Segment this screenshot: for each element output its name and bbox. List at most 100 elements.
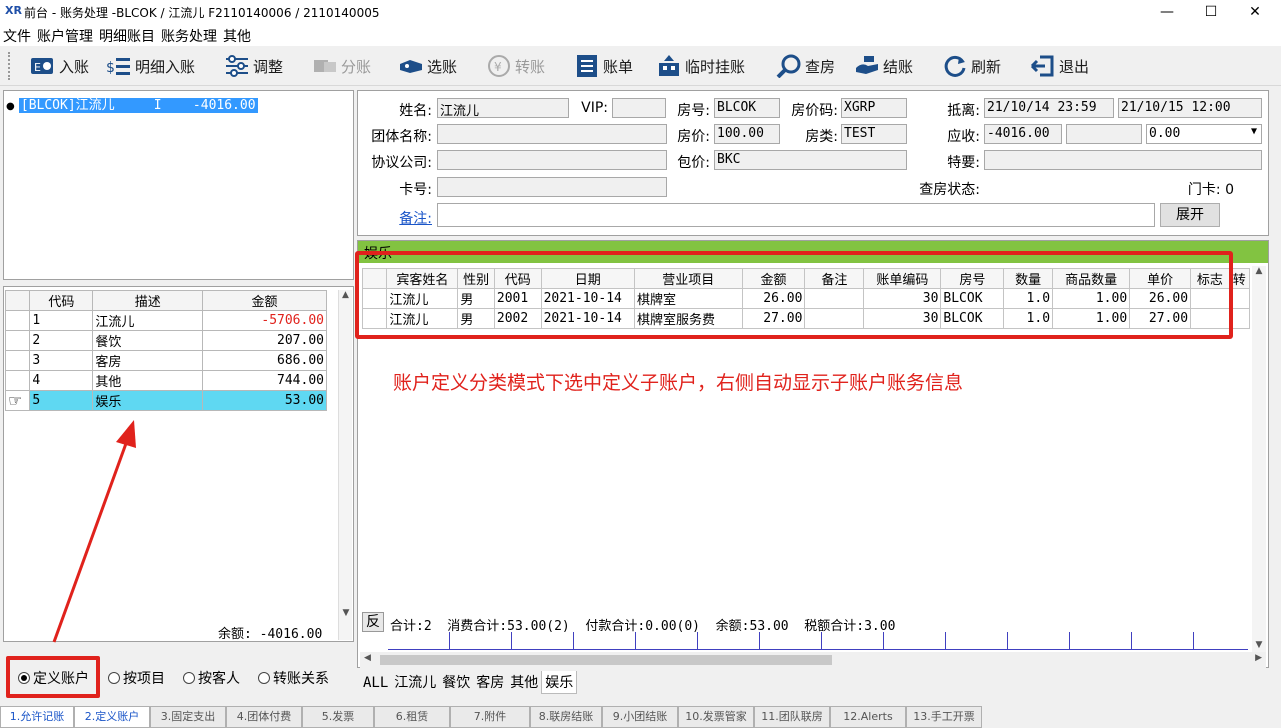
split-button[interactable]: 分账 [312, 52, 371, 80]
scroll-up-icon[interactable]: ▲ [1252, 266, 1266, 276]
close-button[interactable]: ✕ [1240, 2, 1270, 22]
package-field[interactable]: BKC [714, 150, 907, 170]
door-card-label: 门卡: 0 [1187, 182, 1234, 198]
bill-button[interactable]: 账单 [574, 52, 633, 80]
table-row-selected[interactable]: ☞ 5 娱乐 53.00 [4, 390, 327, 411]
tab-guest[interactable]: 江流儿 [391, 671, 439, 693]
menu-file[interactable]: 文件 [0, 24, 34, 48]
maximize-button[interactable]: ☐ [1196, 2, 1226, 22]
refresh-button[interactable]: 刷新 [942, 52, 1001, 80]
select-button[interactable]: 选账 [398, 52, 457, 80]
bottom-tab-12[interactable]: 12.Alerts [830, 706, 906, 728]
price-label: 房价: [677, 129, 710, 145]
bottom-tab-13[interactable]: 13.手工开票 [906, 706, 982, 728]
table-row[interactable]: 2 餐饮 207.00 [4, 330, 327, 351]
mode-by-guest[interactable]: 按客人 [183, 668, 240, 688]
exit-icon [1030, 55, 1054, 77]
scroll-down-icon[interactable]: ▼ [339, 608, 353, 618]
tab-dining[interactable]: 餐饮 [439, 671, 473, 693]
remark-field[interactable] [437, 203, 1155, 227]
post-icon: E [31, 58, 53, 74]
exit-button[interactable]: 退出 [1030, 52, 1089, 80]
tab-room[interactable]: 客房 [473, 671, 507, 693]
table-row[interactable]: 1 江流儿 -5706.00 [4, 310, 327, 331]
sub-account-table: 代码 描述 金额 1 江流儿 -5706.00 2 餐饮 207.00 3 客房… [4, 290, 327, 411]
toolbar-grip [8, 52, 11, 80]
sub-account-scrollbar[interactable]: ▲ ▼ [338, 290, 352, 640]
bottom-tab-10[interactable]: 10.发票管家 [678, 706, 754, 728]
detail-vscrollbar[interactable]: ▲ ▼ [1252, 266, 1266, 652]
table-row[interactable]: 3 客房 686.00 [4, 350, 327, 371]
account-tree [3, 90, 354, 280]
package-label: 包价: [677, 155, 710, 171]
bottom-tab-8[interactable]: 8.联房结账 [530, 706, 602, 728]
tab-other[interactable]: 其他 [507, 671, 541, 693]
hand-pointer-icon: ☞ [4, 390, 31, 411]
bottom-tab-3[interactable]: 3.固定支出 [150, 706, 226, 728]
tree-node[interactable]: ● [BLCOK]江流儿 I -4016.00 [6, 94, 258, 113]
vip-field[interactable] [612, 98, 666, 118]
remark-link[interactable]: 备注: [360, 208, 432, 228]
tab-entertainment[interactable]: 娱乐 [541, 671, 578, 694]
svg-text:E: E [34, 61, 41, 74]
tree-node-label: [BLCOK]江流儿 I -4016.00 [18, 98, 258, 113]
bottom-tab-5[interactable]: 5.发票 [302, 706, 374, 728]
special-field[interactable] [984, 150, 1262, 170]
arrival-field[interactable]: 21/10/14 23:59 [984, 98, 1114, 118]
scroll-down-icon[interactable]: ▼ [1252, 640, 1266, 650]
room-type-field[interactable]: TEST [841, 124, 907, 144]
receivable-select[interactable]: 0.00 ▼ [1146, 124, 1262, 144]
room-field[interactable]: BLCOK [714, 98, 780, 118]
name-field[interactable]: 江流儿 [437, 98, 569, 118]
check-room-button[interactable]: 查房 [776, 52, 835, 80]
receivable-field[interactable]: -4016.00 [984, 124, 1062, 144]
radio-icon [183, 672, 195, 684]
group-field[interactable] [437, 124, 667, 144]
bottom-tab-6[interactable]: 6.租赁 [374, 706, 450, 728]
bottom-tab-7[interactable]: 7.附件 [450, 706, 530, 728]
scroll-left-icon[interactable]: ◀ [364, 653, 371, 663]
window-title: 前台 - 账务处理 -BLCOK / 江流儿 F2110140006 / 211… [24, 6, 380, 20]
name-label: 姓名: [399, 103, 432, 119]
mode-transfer-relation[interactable]: 转账关系 [258, 668, 329, 688]
bottom-tab-1[interactable]: 1.允许记账 [0, 706, 74, 728]
title-bar: XR 前台 - 账务处理 -BLCOK / 江流儿 F2110140006 / … [0, 0, 1281, 24]
menu-detail[interactable]: 明细账目 [96, 24, 158, 48]
detail-post-button[interactable]: $ 明细入账 [106, 52, 195, 80]
tab-all[interactable]: ALL [360, 674, 391, 692]
hscroll-thumb[interactable] [380, 655, 832, 665]
adjust-button[interactable]: 调整 [224, 52, 283, 80]
receivable-field-2[interactable] [1066, 124, 1142, 144]
rate-code-field[interactable]: XGRP [841, 98, 907, 118]
inspect-status-label: 查房状态: [919, 182, 980, 198]
bottom-tab-9[interactable]: 9.小团结账 [602, 706, 678, 728]
menu-other[interactable]: 其他 [220, 24, 254, 48]
company-field[interactable] [437, 150, 667, 170]
minimize-button[interactable]: — [1152, 2, 1182, 22]
annotation-arrow [52, 420, 136, 643]
post-button[interactable]: E 入账 [30, 52, 89, 80]
scroll-up-icon[interactable]: ▲ [339, 290, 352, 300]
radio-icon [108, 672, 120, 684]
table-row[interactable]: 4 其他 744.00 [4, 370, 327, 391]
scroll-right-icon[interactable]: ▶ [1255, 653, 1262, 663]
departure-field[interactable]: 21/10/15 12:00 [1118, 98, 1262, 118]
transfer-button[interactable]: ¥ 转账 [486, 52, 545, 80]
menu-account[interactable]: 账户管理 [34, 24, 96, 48]
card-label: 卡号: [399, 182, 432, 198]
temp-hold-button[interactable]: 临时挂账 [656, 52, 745, 80]
menu-billing[interactable]: 账务处理 [158, 24, 220, 48]
price-field[interactable]: 100.00 [714, 124, 780, 144]
bottom-tab-4[interactable]: 4.团体付费 [226, 706, 302, 728]
bottom-tab-2[interactable]: 2.定义账户 [74, 706, 150, 728]
bottom-tab-11[interactable]: 11.团队联房 [754, 706, 830, 728]
bill-icon [577, 55, 597, 77]
col-pointer [4, 290, 31, 311]
mode-by-item[interactable]: 按项目 [108, 668, 165, 688]
expand-button[interactable]: 展开 [1160, 203, 1220, 227]
checkout-button[interactable]: 结账 [854, 52, 913, 80]
detail-hscrollbar[interactable]: ◀ ▶ [360, 652, 1266, 668]
card-field[interactable] [437, 177, 667, 197]
reverse-button[interactable]: 反 [362, 612, 384, 632]
select-icon [400, 60, 422, 73]
